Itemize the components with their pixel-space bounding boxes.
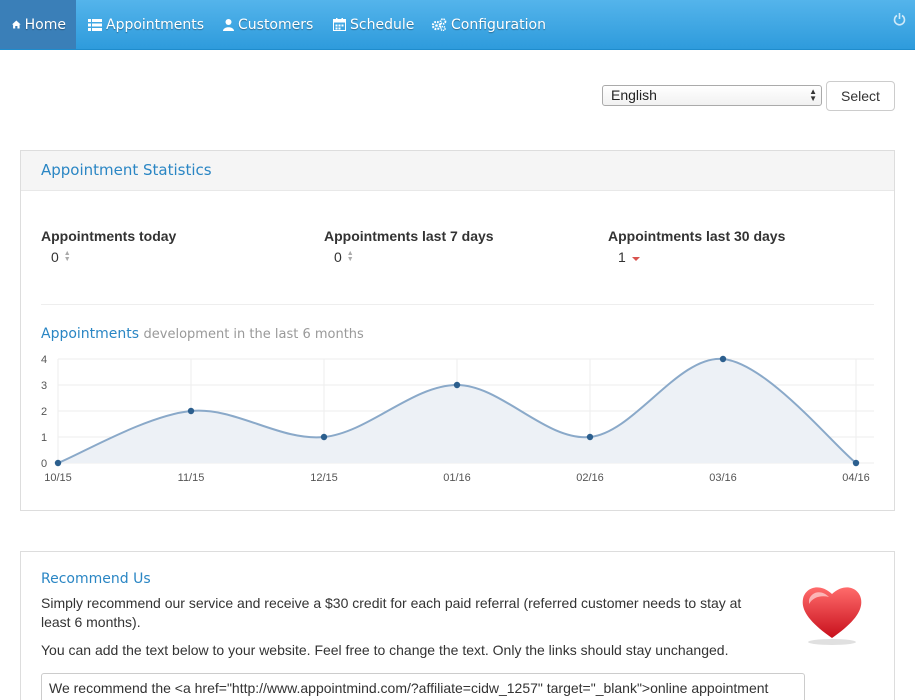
list-icon	[88, 18, 102, 31]
chart-data-point	[320, 433, 328, 441]
language-selected-value: English	[611, 87, 657, 103]
recommend-description: Simply recommend our service and receive…	[41, 595, 742, 630]
chart-y-tick-label: 4	[41, 354, 47, 366]
chart-data-point	[453, 381, 461, 389]
nav-schedule[interactable]: Schedule	[333, 0, 414, 49]
home-icon	[12, 20, 21, 29]
chart-x-tick-label: 02/16	[576, 472, 604, 484]
chart-y-tick-label: 2	[41, 406, 47, 418]
chart-x-tick-label: 03/16	[709, 472, 737, 484]
chart-x-tick-label: 10/15	[44, 472, 72, 484]
statistics-panel: Appointment Statistics Appointments toda…	[20, 150, 895, 511]
heart-icon	[802, 587, 862, 645]
chart-y-tick-label: 0	[41, 458, 47, 470]
select-arrows-icon: ▲ ▼	[809, 87, 817, 103]
cogs-icon	[431, 18, 447, 31]
nav-schedule-label: Schedule	[350, 16, 415, 33]
nav-appointments[interactable]: Appointments	[88, 0, 204, 49]
recommend-panel: Recommend Us Simply recommend our servic…	[20, 551, 895, 700]
recommend-code-textarea[interactable]: We recommend the <a href="http://www.app…	[41, 673, 805, 700]
chart-y-tick-label: 1	[41, 432, 47, 444]
chart-data-point	[54, 459, 62, 467]
nav-customers[interactable]: Customers	[223, 0, 313, 49]
power-icon	[893, 13, 906, 26]
recommend-instructions: You can add the text below to your websi…	[41, 642, 729, 658]
recommend-title: Recommend Us	[41, 571, 151, 587]
nav-customers-label: Customers	[238, 16, 314, 33]
chart-x-tick-label: 11/15	[178, 472, 205, 484]
chart-x-tick-label: 12/15	[310, 472, 338, 484]
appointments-area-chart: 0 1 2 3 4 10/15 11/15 12/15 01/16 02/16 03/16 04/16	[41, 354, 874, 484]
nav-appointments-label: Appointments	[106, 16, 205, 33]
select-language-button[interactable]: Select	[826, 81, 895, 111]
top-navbar: Home Appointments Customers Schedule Con…	[0, 0, 915, 50]
chart-data-point	[719, 355, 727, 363]
nav-home[interactable]: Home	[0, 0, 76, 49]
language-select[interactable]: English ▲ ▼	[602, 85, 822, 106]
nav-configuration[interactable]: Configuration	[431, 0, 546, 49]
power-button[interactable]	[893, 11, 906, 30]
nav-configuration-label: Configuration	[451, 16, 546, 33]
chart-data-point	[586, 433, 594, 441]
chart-y-tick-label: 3	[41, 380, 47, 392]
chart-x-tick-label: 01/16	[443, 472, 471, 484]
chart-data-point	[852, 459, 860, 467]
user-icon	[223, 18, 234, 31]
chart-x-tick-label: 04/16	[842, 472, 870, 484]
chart-data-point	[187, 407, 195, 415]
calendar-icon	[333, 18, 346, 31]
nav-home-label: Home	[24, 16, 66, 33]
